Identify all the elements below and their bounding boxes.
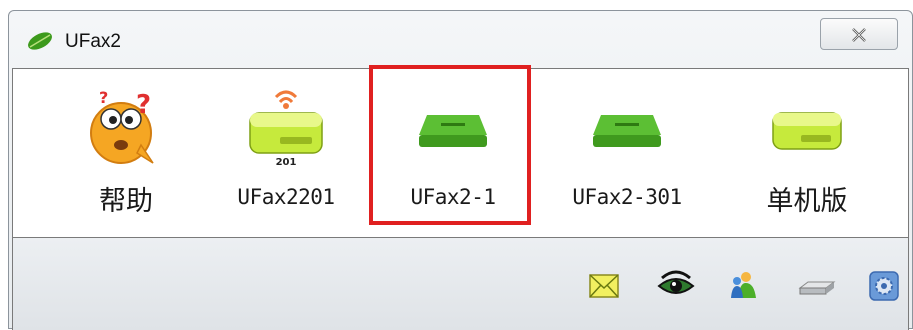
toolbar-settings-button[interactable] [866, 268, 902, 304]
settings-icon [869, 271, 899, 301]
device-label: 单机版 [766, 186, 848, 217]
device-tile-standalone[interactable]: 单机版 [727, 69, 887, 237]
device-tile-ufax2201[interactable]: 201 UFax2201 [206, 69, 366, 237]
toolbar-device-button[interactable] [796, 268, 836, 304]
device-tile-ufax2-301[interactable]: UFax2-301 [547, 69, 707, 237]
close-icon [852, 28, 866, 42]
selection-highlight [369, 65, 531, 225]
svg-text:?: ? [136, 90, 151, 120]
fax-device-icon [593, 115, 661, 147]
device-badge: 201 [275, 157, 297, 168]
device-tile-help[interactable]: ? ? 帮助 [46, 69, 206, 237]
device-label: UFax2201 [237, 185, 335, 209]
users-icon [731, 272, 756, 298]
drive-icon [798, 281, 836, 295]
device-label: UFax2-301 [572, 185, 682, 209]
help-character-icon: ? ? [90, 88, 154, 164]
ufax2-window: UFax2 ? ? 帮助 201 UFax2201 UFax2-1 UFax2-… [8, 10, 913, 330]
toolbar-contacts-button[interactable] [726, 268, 762, 304]
toolbar-view-button[interactable] [656, 268, 695, 304]
device-label: 帮助 [99, 186, 153, 217]
device-panel: ? ? 帮助 201 UFax2201 UFax2-1 UFax2-301 单机… [12, 65, 909, 238]
toolbar-mail-button[interactable] [586, 268, 622, 304]
green-leaf-icon [25, 31, 55, 51]
svg-text:?: ? [99, 88, 108, 107]
title-bar: UFax2 [9, 11, 912, 67]
standalone-device-icon [772, 112, 842, 150]
eye-icon [657, 270, 695, 294]
close-button[interactable] [820, 18, 898, 50]
toolbar [12, 238, 909, 330]
window-title: UFax2 [65, 31, 121, 52]
envelope-icon [589, 274, 619, 298]
